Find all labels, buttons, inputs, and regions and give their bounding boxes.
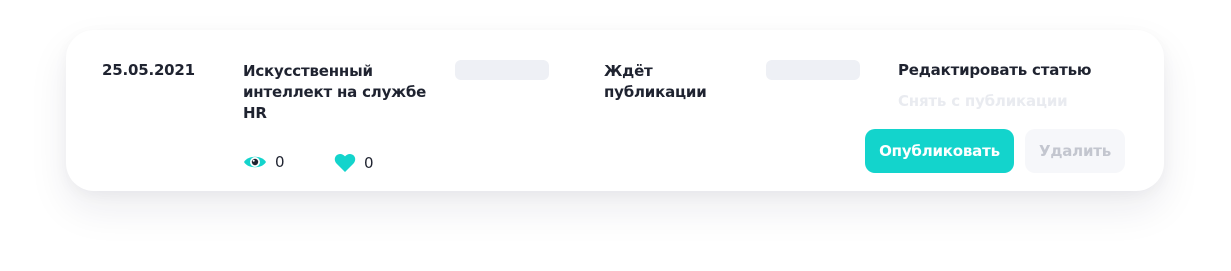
views-count: 0 (275, 153, 285, 171)
article-title: Искусственный интеллект на службе HR (243, 62, 427, 122)
unpublish-link[interactable]: Снять с публикации (898, 92, 1068, 110)
publish-button[interactable]: Опубликовать (865, 129, 1014, 173)
delete-button[interactable]: Удалить (1025, 129, 1125, 173)
loading-placeholder (766, 60, 860, 80)
likes-count: 0 (364, 154, 374, 172)
likes-counter: 0 (334, 153, 374, 173)
article-date: 25.05.2021 (102, 61, 195, 79)
heart-icon (334, 153, 356, 173)
edit-article-link[interactable]: Редактировать статью (898, 61, 1092, 79)
article-status: Ждёт публикации (604, 62, 707, 101)
eye-icon (243, 153, 267, 171)
views-counter: 0 (243, 153, 285, 171)
article-card: 25.05.2021 Искусственный интеллект на сл… (66, 30, 1164, 191)
loading-placeholder (455, 60, 549, 80)
